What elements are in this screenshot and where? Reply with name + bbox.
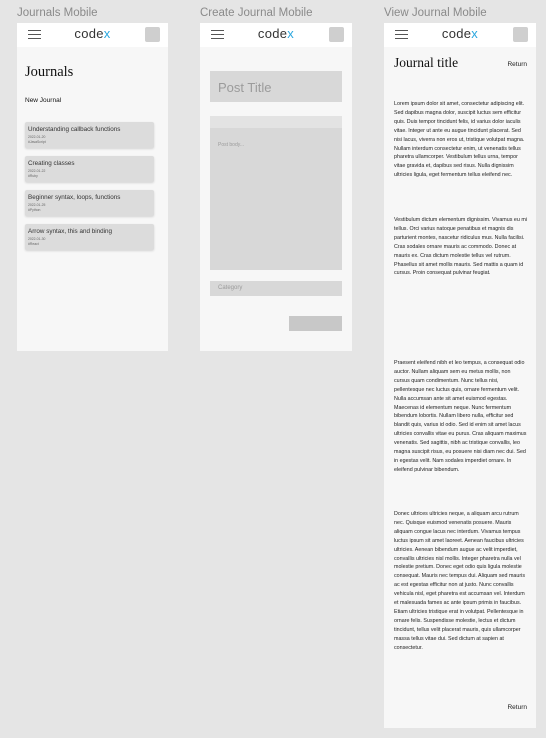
top-bar: codex: [384, 23, 536, 47]
frame-label-journals: Journals Mobile: [17, 7, 98, 19]
journal-card[interactable]: Creating classes 2022-01-22 #Ruby: [25, 156, 154, 182]
journal-card-date: 2022-01-25: [28, 203, 46, 207]
journal-card-tag: #JavaScript: [28, 140, 46, 144]
page-title: Journals: [25, 64, 74, 80]
journal-card-tag: #Python: [28, 208, 41, 212]
top-bar: codex: [200, 23, 352, 47]
journal-card-date: 2022-01-22: [28, 169, 46, 173]
journal-paragraph: Praesent eleifend nibh et leo tempus, a …: [394, 360, 527, 473]
category-select[interactable]: Category: [210, 281, 342, 296]
submit-button[interactable]: [289, 316, 342, 331]
journals-screen: codex Journals New Journal Understanding…: [17, 23, 168, 351]
journal-card-title: Arrow syntax, this and binding: [28, 228, 113, 235]
post-body-placeholder: Post body...: [218, 142, 245, 148]
avatar[interactable]: [329, 27, 344, 42]
view-journal-screen: codex Journal title Return Lorem ipsum d…: [384, 23, 536, 728]
journal-card-date: 2022-01-30: [28, 237, 46, 241]
journal-card-tag: #Ruby: [28, 174, 38, 178]
return-link-bottom[interactable]: Return: [507, 704, 527, 711]
journal-paragraph: Donec ultrices ultricies neque, a aliqua…: [394, 511, 525, 651]
journal-card-tag: #React: [28, 242, 39, 246]
post-title-input[interactable]: Post Title: [210, 71, 342, 102]
journal-card-date: 2022-01-20: [28, 135, 46, 139]
top-bar: codex: [17, 23, 168, 47]
new-journal-link[interactable]: New Journal: [25, 97, 61, 104]
frame-label-create: Create Journal Mobile: [200, 7, 313, 19]
journal-title: Journal title: [394, 55, 459, 70]
return-link-top[interactable]: Return: [507, 61, 527, 68]
journal-card-title: Beginner syntax, loops, functions: [28, 194, 121, 201]
journal-card[interactable]: Understanding callback functions 2022-01…: [25, 122, 154, 148]
journal-card[interactable]: Beginner syntax, loops, functions 2022-0…: [25, 190, 154, 216]
post-title-placeholder: Post Title: [218, 80, 272, 95]
journal-card-title: Creating classes: [28, 160, 75, 167]
journal-card[interactable]: Arrow syntax, this and binding 2022-01-3…: [25, 224, 154, 250]
create-journal-screen: codex Post Title Post body... Category: [200, 23, 352, 351]
avatar[interactable]: [513, 27, 528, 42]
editor-toolbar[interactable]: [210, 116, 342, 128]
avatar[interactable]: [145, 27, 160, 42]
category-placeholder: Category: [218, 285, 243, 291]
journal-card-title: Understanding callback functions: [28, 126, 121, 133]
frame-label-view: View Journal Mobile: [384, 7, 487, 19]
journal-paragraph: Vestibulum dictum elementum dignissim. V…: [394, 217, 527, 277]
journal-paragraph: Lorem ipsum dolor sit amet, consectetur …: [394, 101, 525, 179]
post-body-textarea[interactable]: Post body...: [210, 128, 342, 270]
